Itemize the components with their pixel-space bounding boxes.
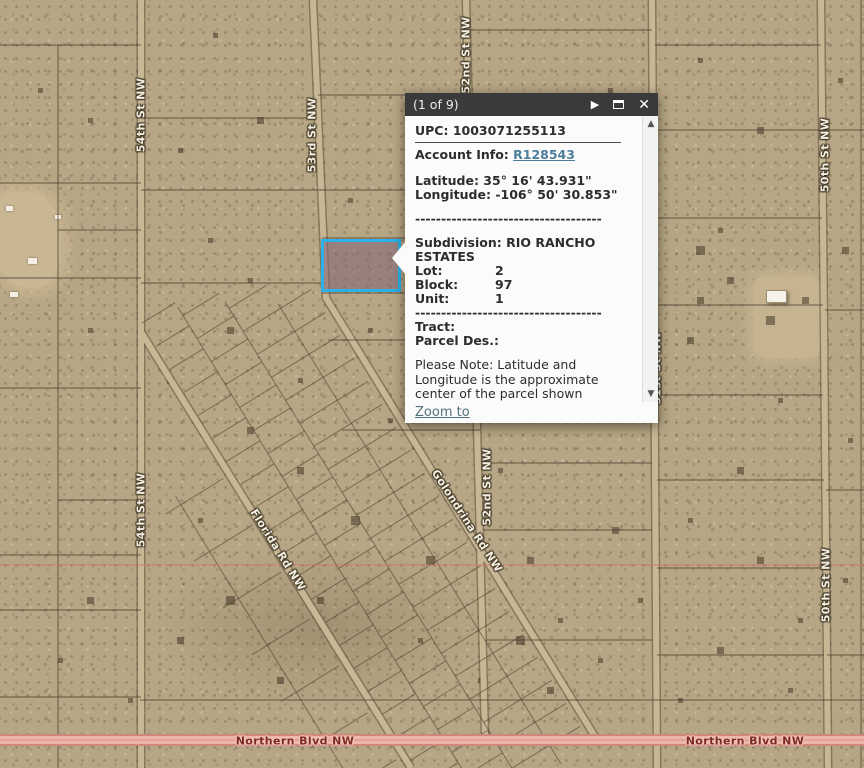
popup-pointer bbox=[392, 241, 406, 275]
street-label-50th-top: 50th St NW bbox=[819, 118, 832, 193]
lot-row: Lot: 2 bbox=[415, 264, 630, 278]
street-label-52nd-top: 52nd St NW bbox=[460, 16, 473, 93]
section-line bbox=[0, 564, 864, 566]
block-row: Block: 97 bbox=[415, 278, 630, 292]
account-info-label: Account Info: bbox=[415, 147, 513, 162]
ground-debris bbox=[6, 206, 13, 211]
street-label-50th-bottom: 50th St NW bbox=[820, 548, 833, 623]
parcel-info-popup: (1 of 9) ▶ ✕ UPC: 1003071255113 Account … bbox=[405, 93, 658, 423]
longitude-row: Longitude: -106° 50' 30.853" bbox=[415, 188, 630, 202]
next-arrow-icon: ▶ bbox=[591, 99, 599, 110]
block-value: 97 bbox=[495, 278, 512, 292]
dense-vegetation-area bbox=[150, 545, 490, 710]
account-info-row: Account Info: R128543 bbox=[415, 148, 630, 162]
separator-dashes: ------------------------------------ bbox=[415, 212, 621, 226]
street-label-52nd-mid: 52nd St NW bbox=[481, 448, 494, 525]
account-link[interactable]: R128543 bbox=[513, 147, 575, 162]
street-label-northern-blvd-right: Northern Blvd NW bbox=[686, 735, 805, 748]
ground-debris bbox=[28, 258, 37, 264]
divider-line bbox=[415, 142, 621, 143]
maximize-icon bbox=[613, 100, 624, 109]
latitude-row: Latitude: 35° 16' 43.931" bbox=[415, 174, 630, 188]
subdivision-row: Subdivision: RIO RANCHO ESTATES bbox=[415, 236, 630, 264]
close-button[interactable]: ✕ bbox=[638, 98, 650, 112]
upc-value: UPC: 1003071255113 bbox=[415, 124, 630, 138]
popup-scrollbar[interactable]: ▲ ▼ bbox=[642, 116, 658, 402]
unit-label: Unit: bbox=[415, 292, 495, 306]
close-icon: ✕ bbox=[638, 98, 650, 112]
popup-header: (1 of 9) ▶ ✕ bbox=[405, 93, 658, 116]
street-label-54th-bottom: 54th St NW bbox=[135, 473, 148, 548]
lot-label: Lot: bbox=[415, 264, 495, 278]
scroll-up-icon[interactable]: ▲ bbox=[643, 116, 659, 132]
ground-debris bbox=[55, 215, 61, 219]
ground-debris bbox=[10, 292, 18, 297]
building-rooftop bbox=[766, 290, 787, 303]
separator-dashes: ------------------------------------ bbox=[415, 306, 621, 320]
popup-scroll-region[interactable]: UPC: 1003071255113 Account Info: R128543… bbox=[405, 116, 658, 402]
lot-value: 2 bbox=[495, 264, 504, 278]
street-label-54th-top: 54th St NW bbox=[135, 78, 148, 153]
zoom-to-row: Zoom to bbox=[405, 402, 658, 423]
unit-row: Unit: 1 bbox=[415, 292, 630, 306]
next-result-button[interactable]: ▶ bbox=[591, 99, 599, 110]
cleared-lot-patch bbox=[753, 276, 821, 358]
zoom-to-link[interactable]: Zoom to bbox=[415, 405, 470, 420]
street-label-golondrina-rd: Golondrina Rd NW bbox=[429, 467, 505, 575]
parcel-des-row: Parcel Des.: bbox=[415, 334, 630, 348]
unit-value: 1 bbox=[495, 292, 504, 306]
block-label: Block: bbox=[415, 278, 495, 292]
scroll-down-icon[interactable]: ▼ bbox=[643, 386, 659, 402]
note-text: Please Note: Latitude and Longitude is t… bbox=[415, 358, 630, 402]
shrub-dots bbox=[0, 0, 1, 1]
map-canvas[interactable]: 54th St NW 53rd St NW 52nd St NW 50th St… bbox=[0, 0, 864, 768]
popup-body: UPC: 1003071255113 Account Info: R128543… bbox=[405, 116, 658, 423]
selected-parcel-highlight[interactable] bbox=[321, 239, 401, 292]
popup-title: (1 of 9) bbox=[413, 97, 577, 112]
maximize-button[interactable] bbox=[613, 100, 624, 109]
street-label-northern-blvd-left: Northern Blvd NW bbox=[236, 735, 355, 748]
tract-row: Tract: bbox=[415, 320, 630, 334]
street-label-53rd: 53rd St NW bbox=[306, 98, 319, 173]
